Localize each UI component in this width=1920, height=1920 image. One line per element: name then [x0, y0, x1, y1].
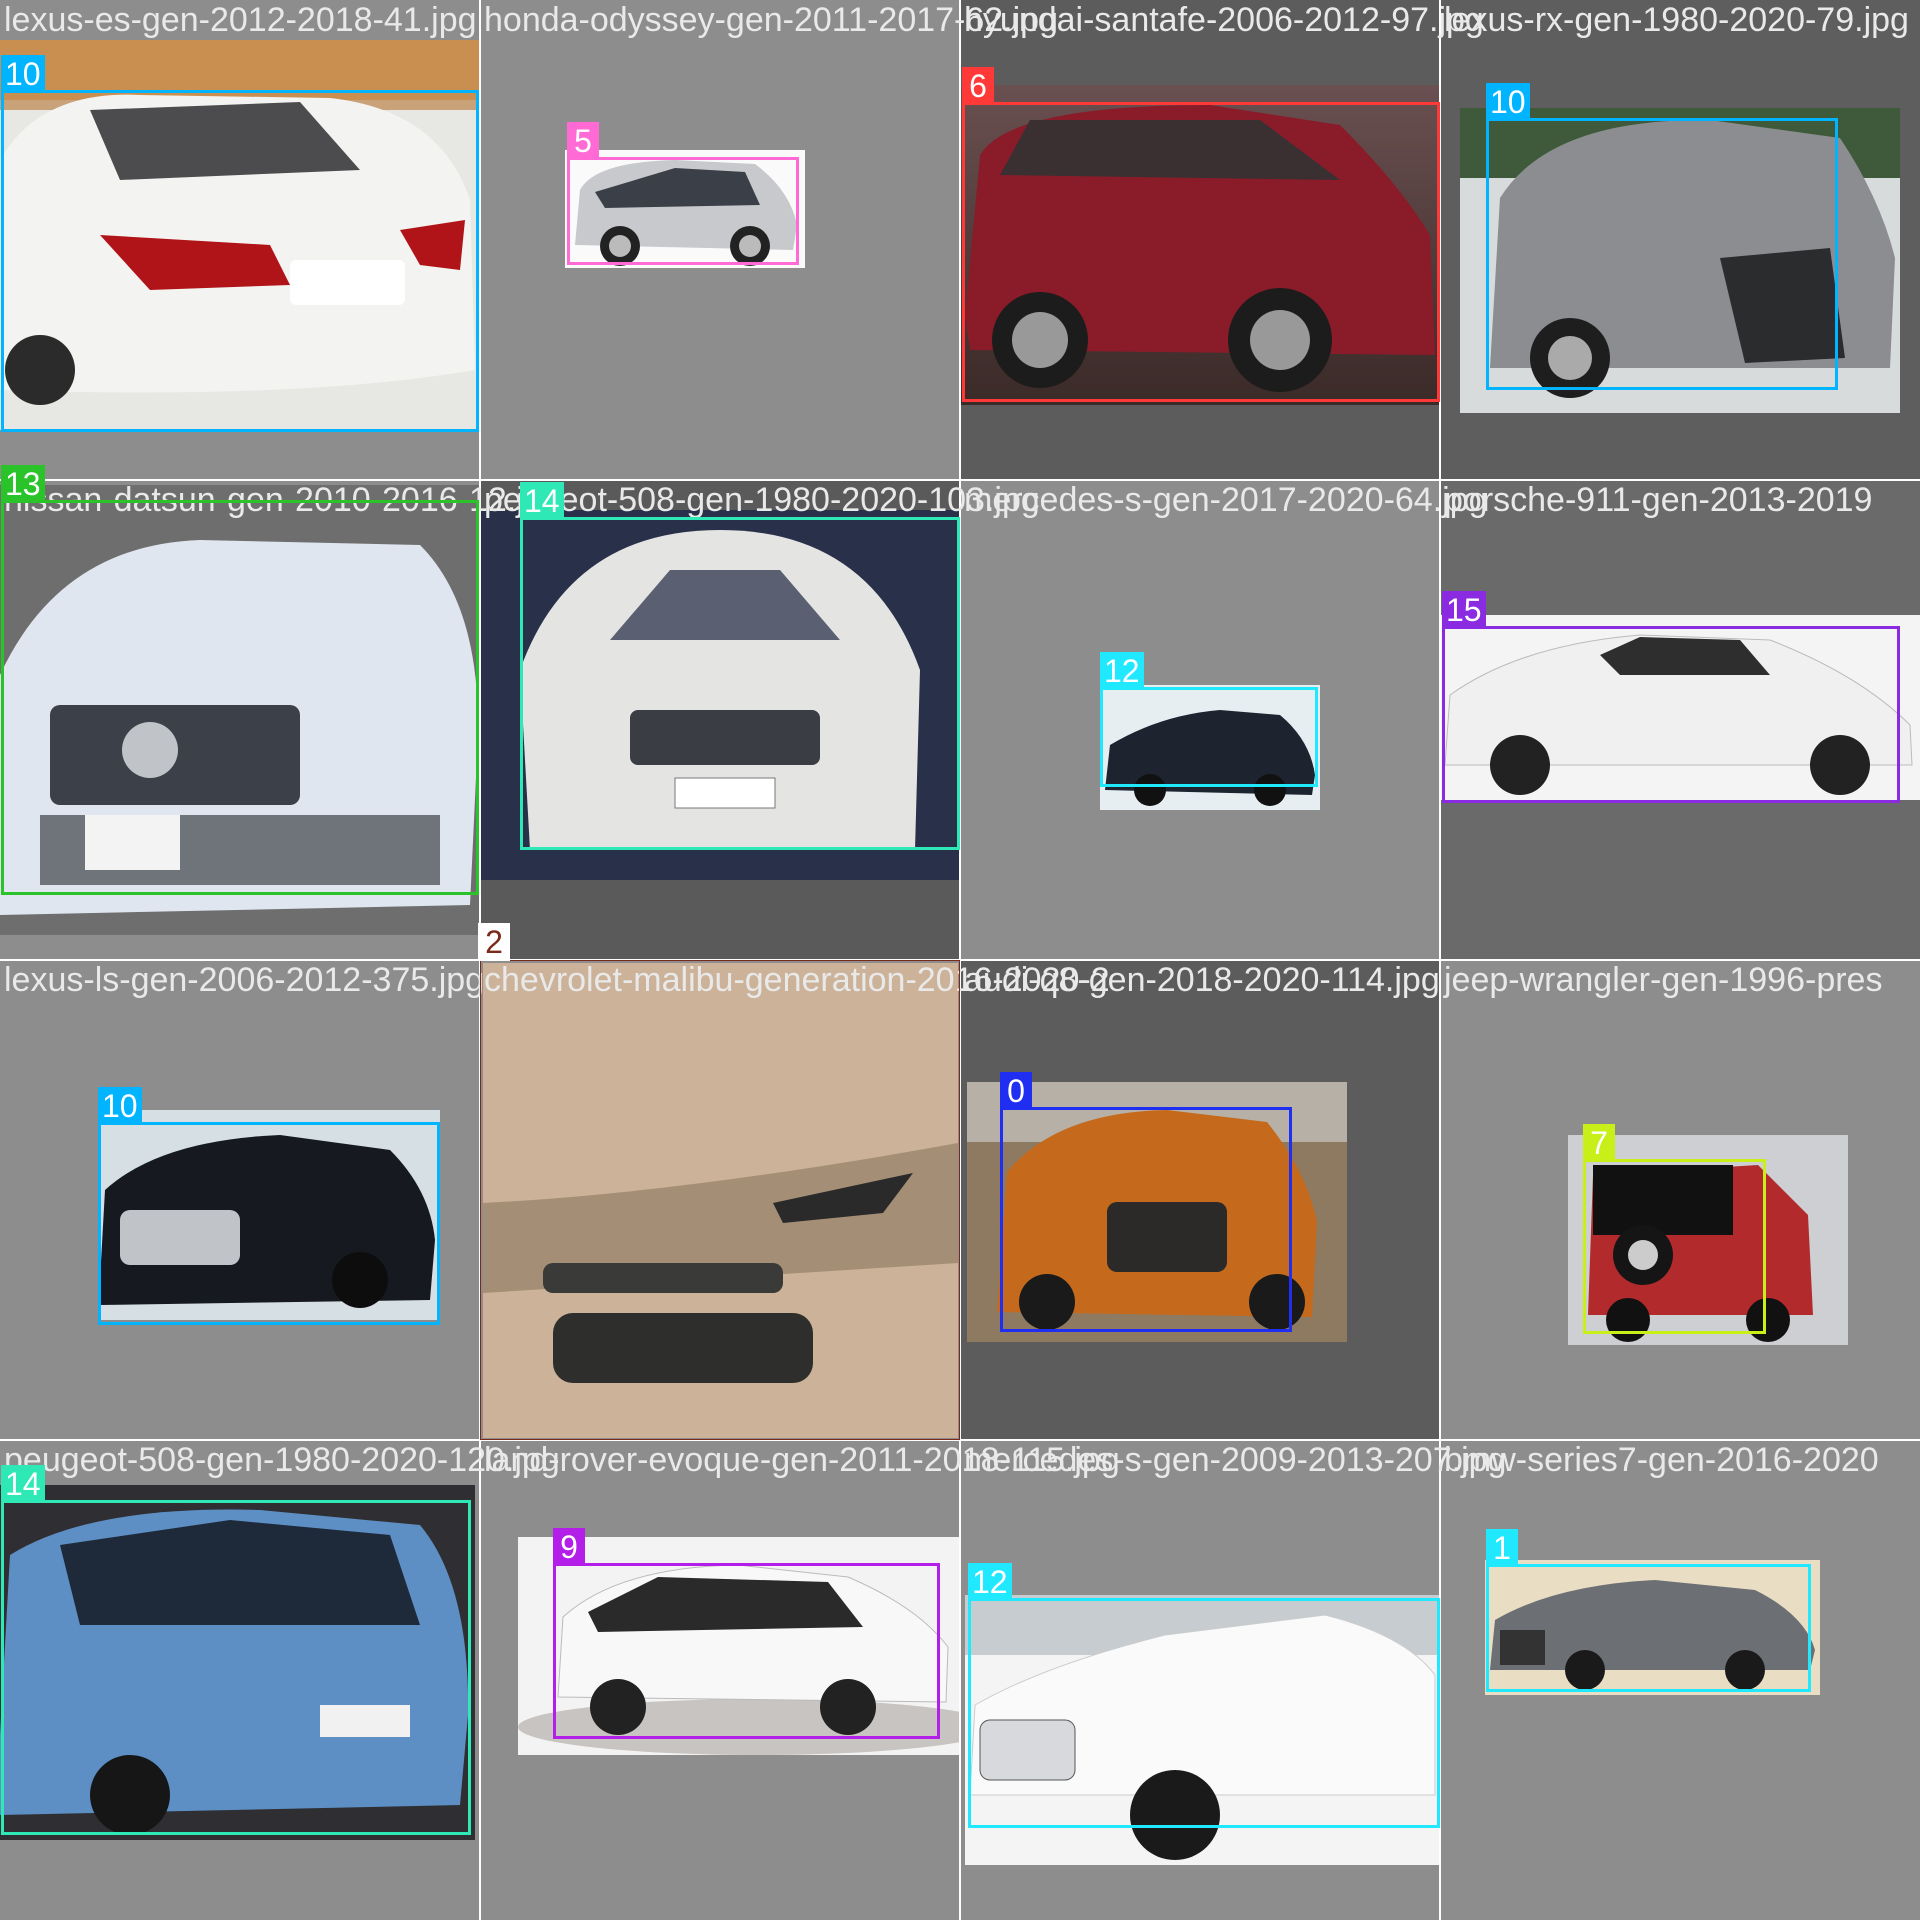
detection-box: 10	[98, 1087, 440, 1325]
detection-box: 6	[962, 67, 1440, 402]
class-label: 14	[520, 482, 564, 520]
tile: jeep-wrangler-gen-1996-pres 7	[1440, 960, 1920, 1440]
file-name: lexus-rx-gen-1980-2020-79.jpg	[1444, 1, 1909, 39]
detection-box: 0	[1000, 1072, 1292, 1332]
class-label: 0	[1000, 1072, 1032, 1110]
tile: lexus-rx-gen-1980-2020-79.jpg 10	[1440, 0, 1920, 480]
class-label: 12	[1100, 652, 1144, 690]
detection-box: 1	[1486, 1529, 1811, 1692]
tile: peugeot-508-gen-1980-2020-120.jpg 14	[0, 1440, 560, 1920]
tile: mercedes-s-gen-2017-2020-64.jpg 12	[960, 480, 1488, 960]
detection-box: 9	[553, 1528, 940, 1739]
detection-box: 15	[1442, 591, 1900, 803]
tile: lexus-es-gen-2012-2018-41.jpg 10	[0, 0, 480, 480]
class-label: 12	[968, 1563, 1012, 1601]
class-label: 13	[1, 465, 45, 503]
file-name: mercedes-s-gen-2009-2013-207.jpg	[964, 1441, 1507, 1479]
file-name: hyundai-santafe-2006-2012-97.jpg	[964, 1, 1484, 39]
class-label: 7	[1583, 1124, 1615, 1162]
file-name: peugeot-508-gen-1980-2020-103.jpg	[484, 481, 1040, 519]
detection-box: 14	[1, 1465, 471, 1835]
file-name: audi-q8-gen-2018-2020-114.jpg	[964, 961, 1440, 999]
tile: chevrolet-malibu-generation-2016-2020-2 …	[478, 923, 1110, 1440]
tile: hyundai-santafe-2006-2012-97.jpg 6	[960, 0, 1484, 480]
image-mosaic: lexus-es-gen-2012-2018-41.jpg 10 honda-o…	[0, 0, 1920, 1920]
tile: peugeot-508-gen-1980-2020-103.jpg 14	[480, 480, 1040, 960]
detection-box: 12	[1100, 652, 1318, 787]
class-label: 6	[962, 67, 994, 105]
class-label: 1	[1486, 1529, 1518, 1567]
detection-box: 12	[968, 1563, 1440, 1828]
file-name: peugeot-508-gen-1980-2020-120.jpg	[4, 1441, 560, 1479]
tile: honda-odyssey-gen-2011-2017-62.jpg 5	[480, 0, 1058, 480]
tile: land-rover-evoque-gen-2011-2018-115.jpg …	[480, 1440, 1120, 1920]
file-name: lexus-es-gen-2012-2018-41.jpg	[4, 1, 477, 39]
class-label: 10	[1486, 83, 1530, 121]
class-label: 14	[1, 1465, 45, 1503]
tile: nissan-datsun-gen-2010-2016-12.jpg 13	[0, 465, 562, 960]
detection-box: 10	[1, 55, 479, 432]
detection-box: 7	[1583, 1124, 1766, 1334]
tile: bmw-series7-gen-2016-2020 1	[1440, 1440, 1920, 1920]
tile: porsche-911-gen-2013-2019 15	[1440, 480, 1920, 960]
class-label: 2	[478, 923, 510, 961]
detection-box: 13	[1, 465, 479, 895]
detection-box: 14	[520, 482, 960, 850]
file-name: jeep-wrangler-gen-1996-pres	[1444, 961, 1883, 999]
tile: audi-q8-gen-2018-2020-114.jpg 0	[960, 960, 1440, 1440]
file-name: bmw-series7-gen-2016-2020	[1444, 1441, 1879, 1479]
file-name: porsche-911-gen-2013-2019	[1444, 481, 1873, 519]
detection-box: 5	[567, 122, 799, 265]
class-label: 15	[1442, 591, 1486, 629]
class-label: 10	[98, 1087, 142, 1125]
class-label: 9	[553, 1528, 585, 1566]
detection-box: 10	[1486, 83, 1838, 390]
file-name: lexus-ls-gen-2006-2012-375.jpg	[4, 961, 485, 999]
detection-box: 2	[478, 923, 960, 1440]
class-label: 5	[567, 122, 599, 160]
tile: lexus-ls-gen-2006-2012-375.jpg 10	[0, 960, 484, 1440]
file-name: mercedes-s-gen-2017-2020-64.jpg	[964, 481, 1488, 519]
class-label: 10	[1, 55, 45, 93]
tile: mercedes-s-gen-2009-2013-207.jpg 12	[960, 1440, 1506, 1920]
